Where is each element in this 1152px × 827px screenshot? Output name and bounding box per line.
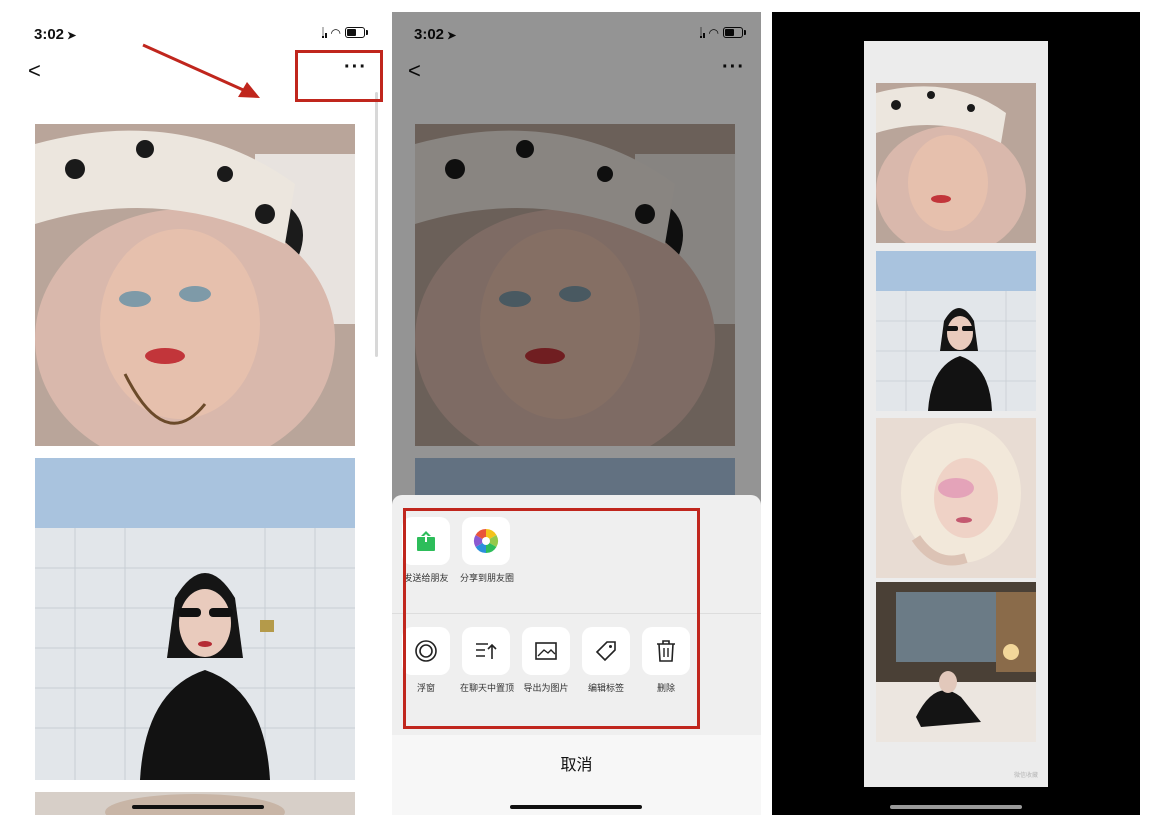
- screen-favorites-detail: 3:02 ➤ ◠ < ···: [12, 12, 383, 815]
- status-bar-time: 3:02 ➤: [34, 26, 77, 43]
- cancel-area: 取消: [392, 735, 761, 815]
- back-button[interactable]: <: [28, 58, 41, 84]
- battery-icon: [345, 27, 368, 38]
- home-indicator: [510, 805, 642, 809]
- screen-action-sheet: 3:02 ➤ ◠ < ··· 发送给朋友 分享到朋友圈 浮窗 在聊天中置顶 导出…: [392, 12, 761, 815]
- status-bar-icons: ◠: [321, 25, 368, 40]
- home-indicator: [132, 805, 264, 809]
- wifi-icon: ◠: [330, 25, 341, 40]
- cancel-button[interactable]: 取消: [392, 751, 761, 775]
- photo-sunglasses[interactable]: [35, 458, 355, 780]
- exported-image-card[interactable]: 微信收藏: [864, 41, 1048, 787]
- annotation-highlight-sheet: [403, 508, 700, 729]
- export-photo-hotel-room: [876, 582, 1036, 742]
- home-indicator: [890, 805, 1022, 809]
- annotation-highlight-more: [295, 50, 383, 102]
- photo-fur-hat[interactable]: [35, 124, 355, 446]
- export-photo-sunglasses: [876, 251, 1036, 411]
- scrollbar[interactable]: [375, 92, 378, 357]
- watermark: 微信收藏: [1013, 773, 1038, 779]
- export-photo-pink-glow: [876, 418, 1036, 578]
- location-arrow-icon: ➤: [67, 30, 77, 42]
- screen-export-preview: 微信收藏: [772, 12, 1140, 815]
- photo-next-partial[interactable]: [35, 792, 355, 815]
- signal-icon: [321, 27, 327, 38]
- export-photo-fur-hat: [876, 83, 1036, 243]
